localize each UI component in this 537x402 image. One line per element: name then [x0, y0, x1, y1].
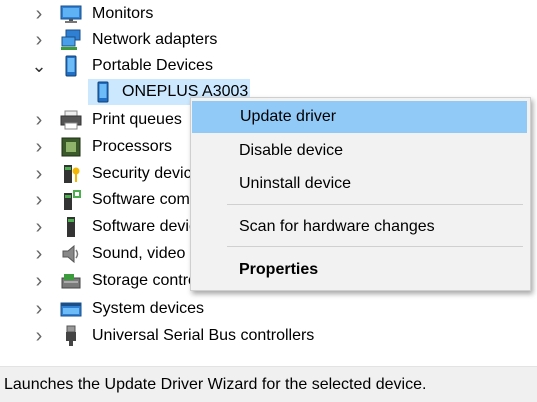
tree-item-label: Portable Devices [92, 57, 213, 74]
status-bar: Launches the Update Driver Wizard for th… [0, 366, 537, 402]
chevron-right-icon[interactable] [32, 1, 46, 27]
chevron-right-icon[interactable] [32, 161, 46, 187]
tree-item-label: Print queues [92, 111, 182, 128]
chevron-right-icon[interactable] [32, 214, 46, 240]
menu-item-update-driver[interactable]: Update driver [192, 101, 527, 133]
sound-icon [60, 243, 82, 265]
storage-controller-icon [60, 270, 82, 292]
menu-item-properties[interactable]: Properties [191, 254, 530, 286]
monitor-icon [60, 3, 82, 25]
device-manager-window: Monitors Network adapters Portable Devic… [0, 0, 537, 402]
software-device-icon [60, 216, 82, 238]
menu-item-scan-hardware[interactable]: Scan for hardware changes [191, 211, 530, 243]
tree-item-network-adapters[interactable]: Network adapters [0, 27, 537, 53]
tree-item-label: Network adapters [92, 31, 218, 48]
chevron-right-icon[interactable] [32, 134, 46, 160]
tree-item-usb-controllers[interactable]: Universal Serial Bus controllers [0, 323, 537, 349]
chevron-right-icon[interactable] [32, 296, 46, 322]
tree-item-label: Universal Serial Bus controllers [92, 327, 315, 344]
tree-item-monitors[interactable]: Monitors [0, 1, 537, 27]
software-component-icon [60, 189, 82, 211]
printer-icon [60, 109, 82, 131]
processor-icon [60, 136, 82, 158]
tree-item-portable-devices[interactable]: Portable Devices [0, 53, 537, 79]
system-device-icon [60, 298, 82, 320]
context-menu: Update driver Disable device Uninstall d… [190, 97, 531, 291]
chevron-right-icon[interactable] [32, 241, 46, 267]
menu-separator [227, 246, 523, 247]
tree-item-label: Processors [92, 138, 173, 155]
tree-item-label: Monitors [92, 5, 154, 22]
tree-item-system-devices[interactable]: System devices [0, 296, 537, 322]
chevron-right-icon[interactable] [32, 187, 46, 213]
menu-item-disable-device[interactable]: Disable device [191, 135, 530, 167]
menu-item-uninstall-device[interactable]: Uninstall device [191, 168, 530, 200]
phone-icon [92, 81, 114, 103]
chevron-right-icon[interactable] [32, 27, 46, 53]
tree-item-label: System devices [92, 300, 205, 317]
portable-device-icon [60, 55, 82, 77]
menu-separator [227, 204, 523, 205]
chevron-right-icon[interactable] [32, 107, 46, 133]
usb-icon [60, 325, 82, 347]
security-device-icon [60, 163, 82, 185]
network-adapter-icon [60, 29, 82, 51]
chevron-right-icon[interactable] [32, 268, 46, 294]
chevron-down-icon[interactable] [32, 53, 46, 79]
chevron-right-icon[interactable] [32, 323, 46, 349]
status-text: Launches the Update Driver Wizard for th… [4, 375, 427, 393]
